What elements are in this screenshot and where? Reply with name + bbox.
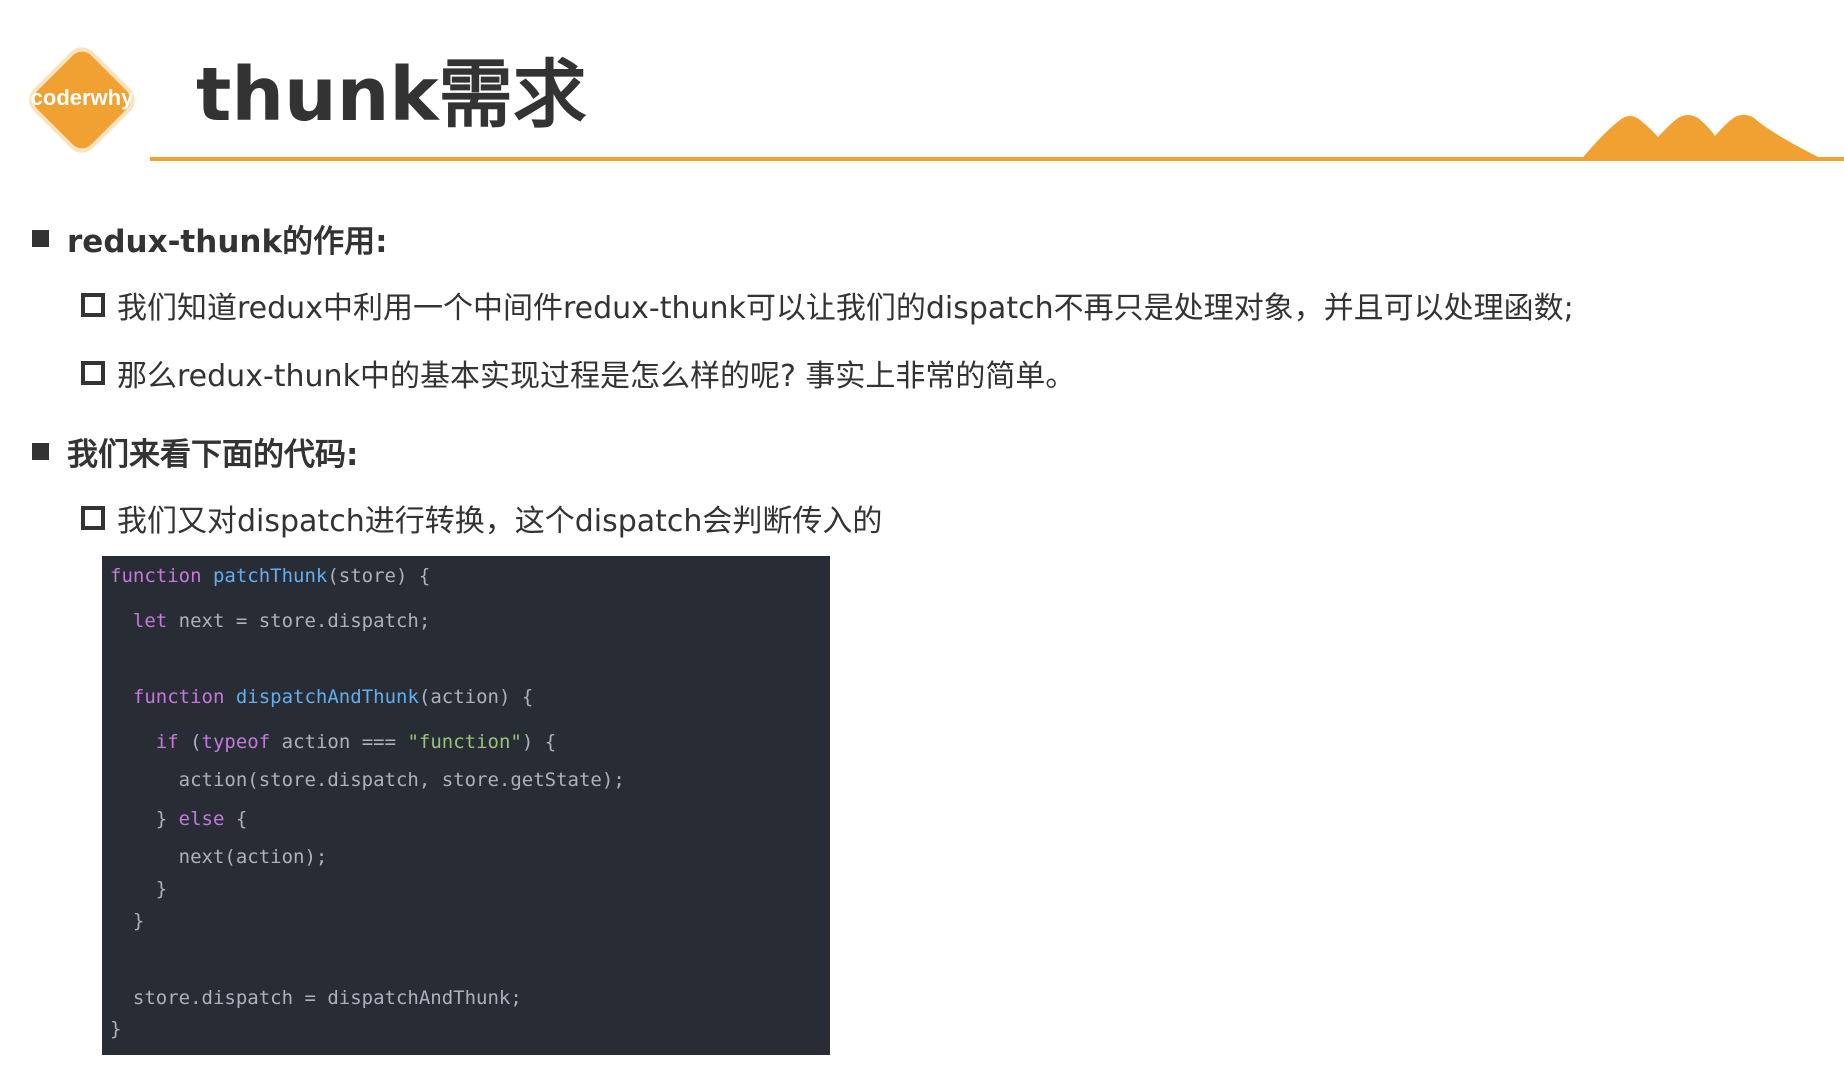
code-token: next = store.dispatch; [167,610,431,632]
code-line: if (typeof action === "function") { [110,730,556,754]
code-line: } else { [110,807,248,831]
code-token: } [110,878,168,900]
section-heading-text: redux-thunk的作用: [67,224,388,260]
code-token: ( [178,731,202,753]
code-token: } [110,1018,122,1040]
slide-title: thunk需求 [196,52,587,138]
list-item-text: 那么redux-thunk中的基本实现过程是怎么样的呢? 事实上非常的简单。 [117,359,1076,394]
code-line: action(store.dispatch, store.getState); [110,768,625,792]
code-line: store.dispatch = dispatchAndThunk; [110,986,522,1010]
code-token: action(store.dispatch, store.getState); [110,769,625,791]
code-token: else [178,808,225,830]
code-token: } [110,808,179,830]
list-item-text: 我们又对dispatch进行转换，这个dispatch会判断传入的 [117,504,883,539]
list-item: 那么redux-thunk中的基本实现过程是怎么样的呢? 事实上非常的简单。 [81,351,1075,395]
code-token: dispatchAndThunk [235,686,419,708]
logo-text: coderwhy [30,85,134,110]
code-token: function [110,565,202,587]
bullet-square-icon [32,443,49,460]
hollow-square-bullet-icon [81,506,105,530]
code-token: (action) { [418,686,534,708]
code-line: } [110,909,144,933]
code-token: ) { [521,731,557,753]
code-token: patchThunk [212,565,328,587]
code-line: let next = store.dispatch; [110,609,430,633]
code-line: } [110,877,167,901]
code-token: store.dispatch = dispatchAndThunk; [110,987,522,1009]
hollow-square-bullet-icon [81,293,105,317]
code-token: } [110,910,145,932]
section-heading-text: 我们来看下面的代码: [67,437,359,473]
mountain-decoration-icon [1580,114,1826,161]
code-token: (store) { [327,565,431,587]
coderwhy-logo: coderwhy [14,34,150,166]
list-item: 我们又对dispatch进行转换，这个dispatch会判断传入的 [81,496,882,540]
section-heading-1: redux-thunk的作用: [32,216,387,261]
hollow-square-bullet-icon [81,361,105,385]
bullet-square-icon [32,230,49,247]
code-token: function [132,686,225,708]
code-block: function patchThunk(store) { let next = … [102,556,830,1055]
code-line: next(action); [110,845,328,869]
code-token: "function" [407,731,522,753]
list-item: 我们知道redux中利用一个中间件redux-thunk可以让我们的dispat… [81,283,1574,327]
section-heading-2: 我们来看下面的代码: [32,429,358,474]
code-line: function patchThunk(store) { [110,564,430,588]
code-token: next(action); [110,846,328,868]
code-token: if [155,731,179,753]
code-line: function dispatchAndThunk(action) { [110,685,533,709]
code-token: { [224,808,248,830]
list-item-text: 我们知道redux中利用一个中间件redux-thunk可以让我们的dispat… [117,291,1574,326]
code-token: action === [270,731,408,753]
code-token: let [132,610,168,632]
code-token: typeof [201,731,271,753]
code-line: } [110,1017,121,1041]
